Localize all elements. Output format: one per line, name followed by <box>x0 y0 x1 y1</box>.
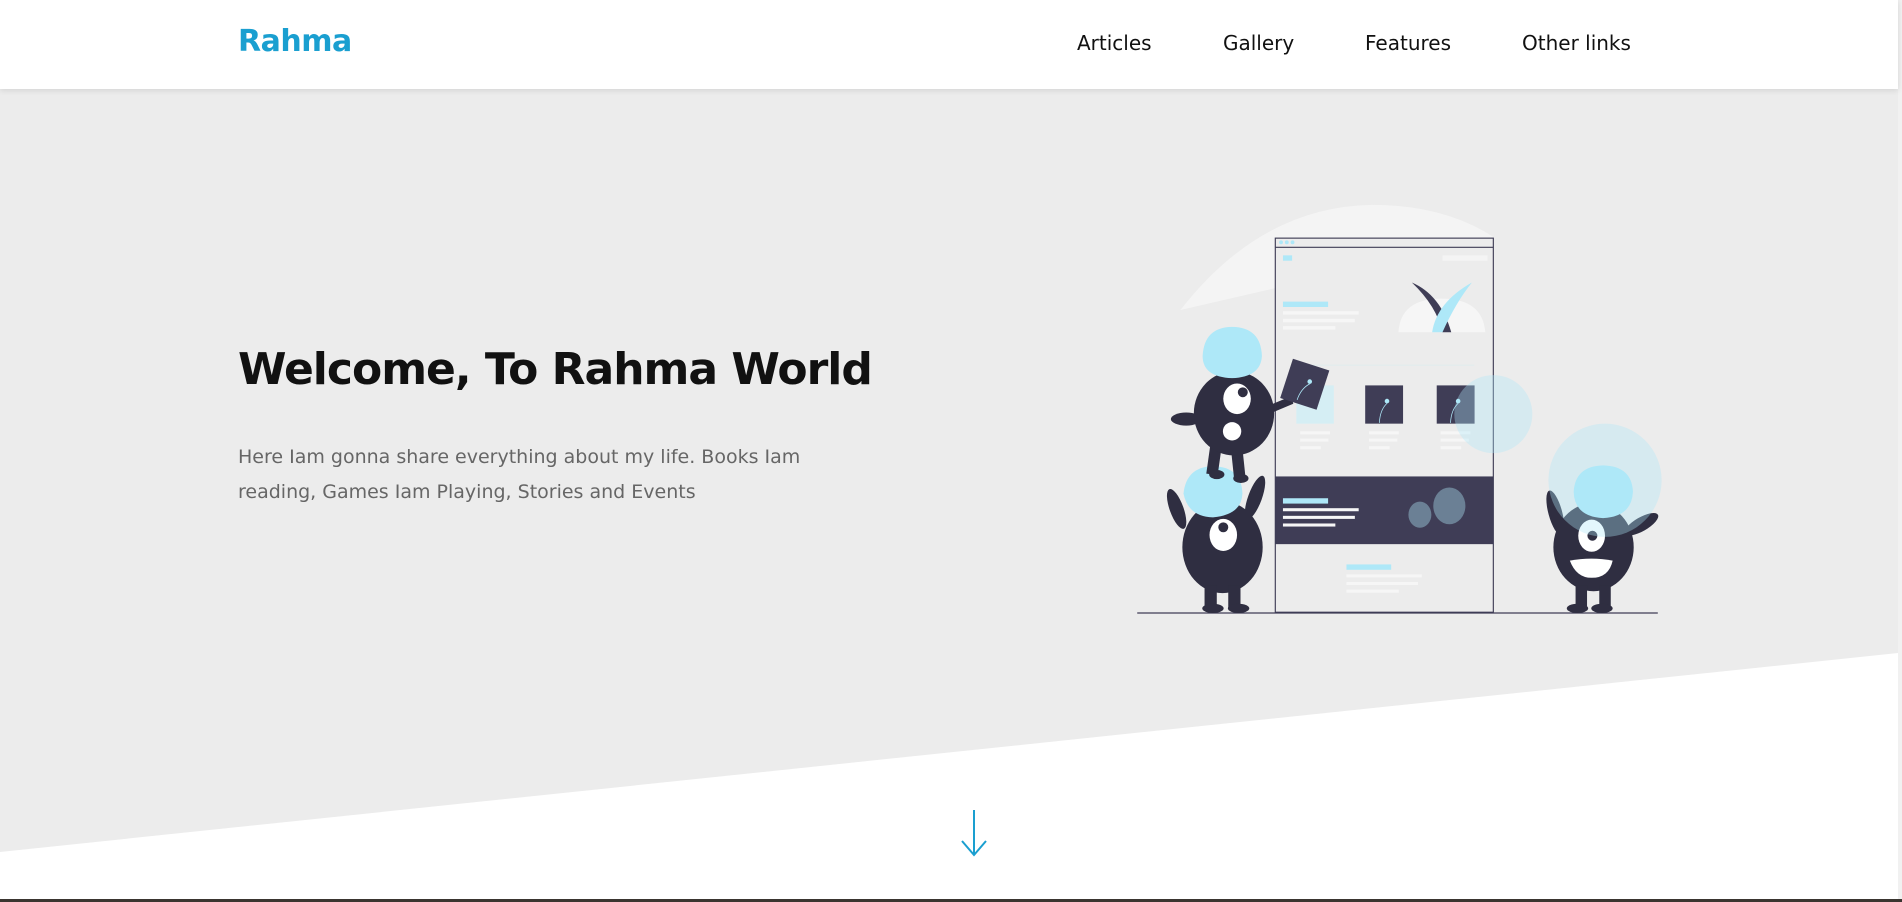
nav-features[interactable]: Features <box>1365 31 1451 55</box>
hero-title: Welcome, To Rahma World <box>238 344 873 395</box>
nav-gallery[interactable]: Gallery <box>1223 31 1294 55</box>
nav-articles[interactable]: Articles <box>1077 31 1152 55</box>
header: Rahma Articles Gallery Features Other li… <box>0 0 1898 89</box>
scrollbar[interactable] <box>1898 0 1902 902</box>
hero-description: Here Iam gonna share everything about my… <box>238 446 801 503</box>
hero-illustration <box>1137 204 1662 614</box>
nav-other-links[interactable]: Other links <box>1522 31 1631 55</box>
logo[interactable]: Rahma <box>238 24 352 59</box>
arrow-down-icon[interactable] <box>960 808 988 858</box>
